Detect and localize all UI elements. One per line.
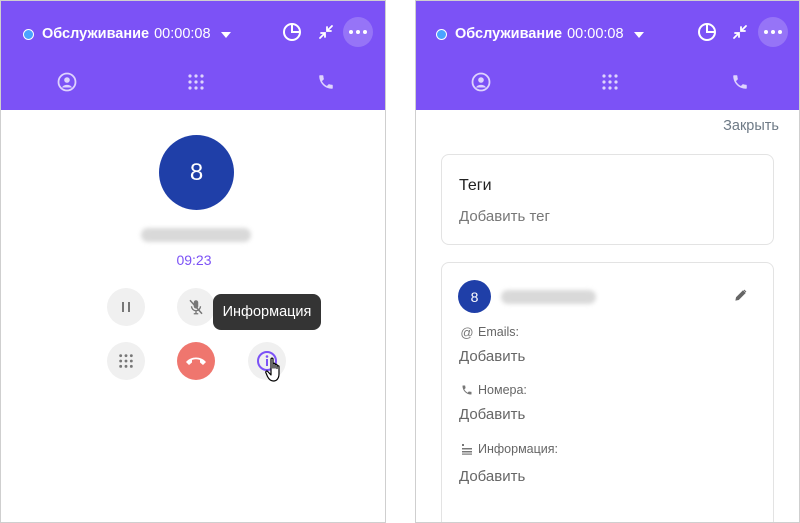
dialpad-icon	[602, 74, 618, 90]
call-timer: 09:23	[176, 252, 212, 268]
dialpad-icon	[119, 354, 133, 368]
hangup-button[interactable]	[177, 342, 215, 380]
add-email-link[interactable]: Добавить	[459, 348, 525, 365]
contact-number-redacted	[501, 290, 596, 304]
tab-dialpad[interactable]	[597, 69, 623, 95]
phones-label: Номера:	[459, 383, 527, 397]
tab-contact[interactable]	[54, 69, 80, 95]
add-info-link[interactable]: Добавить	[459, 468, 525, 485]
panel-header: Обслуживание 00:00:08	[416, 1, 799, 110]
more-icon	[764, 30, 782, 34]
minimize-button[interactable]	[311, 17, 341, 47]
contact-card: 8 @ Emails: Добавить Номера: Добавить Ин…	[441, 262, 774, 522]
more-button[interactable]	[758, 17, 788, 47]
status-dot	[436, 28, 447, 40]
tags-title: Теги	[459, 177, 492, 194]
tags-card: Теги Добавить тег	[441, 154, 774, 245]
add-phone-link[interactable]: Добавить	[459, 406, 525, 423]
phone-icon	[319, 75, 333, 89]
status-dot	[23, 28, 34, 40]
more-icon	[349, 30, 367, 34]
minimize-icon	[733, 25, 747, 39]
contact-icon	[57, 72, 77, 92]
status-selector[interactable]: Обслуживание 00:00:08	[436, 24, 644, 44]
add-tag-link[interactable]: Добавить тег	[459, 208, 550, 225]
phone-icon	[459, 383, 475, 397]
contact-details-panel: Обслуживание 00:00:08 Закрыть Теги Добав…	[415, 0, 800, 523]
statistics-button[interactable]	[692, 17, 722, 47]
statistics-button[interactable]	[277, 17, 307, 47]
hand-cursor-icon	[265, 357, 280, 382]
dialpad-icon	[188, 74, 204, 90]
status-timer: 00:00:08	[567, 26, 624, 42]
info-label-text: Информация:	[478, 442, 559, 456]
dialpad-button[interactable]	[107, 342, 145, 380]
pause-icon	[122, 302, 130, 312]
tab-dialpad[interactable]	[183, 69, 209, 95]
tab-contact[interactable]	[468, 69, 494, 95]
contact-avatar: 8	[458, 280, 491, 313]
tab-calls[interactable]	[313, 69, 339, 95]
phone-icon	[733, 75, 747, 89]
close-button[interactable]: Закрыть	[723, 118, 779, 134]
info-label: Информация:	[459, 442, 558, 456]
contact-icon	[471, 72, 491, 92]
status-timer: 00:00:08	[154, 26, 211, 42]
emails-label: @ Emails:	[459, 324, 519, 340]
phones-label-text: Номера:	[478, 383, 527, 397]
contact-avatar: 8	[159, 135, 234, 210]
call-panel: Обслуживание 00:00:08 8 09:23 Информация	[0, 0, 386, 523]
contact-number-redacted	[141, 228, 251, 242]
chevron-down-icon	[633, 32, 644, 38]
emails-label-text: Emails:	[478, 325, 519, 339]
tab-calls[interactable]	[727, 69, 753, 95]
status-label: Обслуживание	[42, 26, 150, 42]
hangup-icon	[186, 357, 206, 365]
info-tooltip: Информация	[213, 294, 321, 330]
mic-off-icon	[189, 299, 203, 315]
hold-button[interactable]	[107, 288, 145, 326]
minimize-button[interactable]	[725, 17, 755, 47]
notes-icon	[459, 442, 475, 456]
pencil-icon	[735, 289, 747, 301]
more-button[interactable]	[343, 17, 373, 47]
status-selector[interactable]: Обслуживание 00:00:08	[23, 24, 231, 44]
minimize-icon	[319, 25, 333, 39]
edit-contact-button[interactable]	[732, 286, 750, 304]
mute-button[interactable]	[177, 288, 215, 326]
pie-chart-icon	[698, 23, 716, 41]
status-label: Обслуживание	[455, 26, 563, 42]
pie-chart-icon	[283, 23, 301, 41]
chevron-down-icon	[220, 32, 231, 38]
panel-header: Обслуживание 00:00:08	[1, 1, 385, 110]
at-sign-icon: @	[460, 324, 474, 340]
